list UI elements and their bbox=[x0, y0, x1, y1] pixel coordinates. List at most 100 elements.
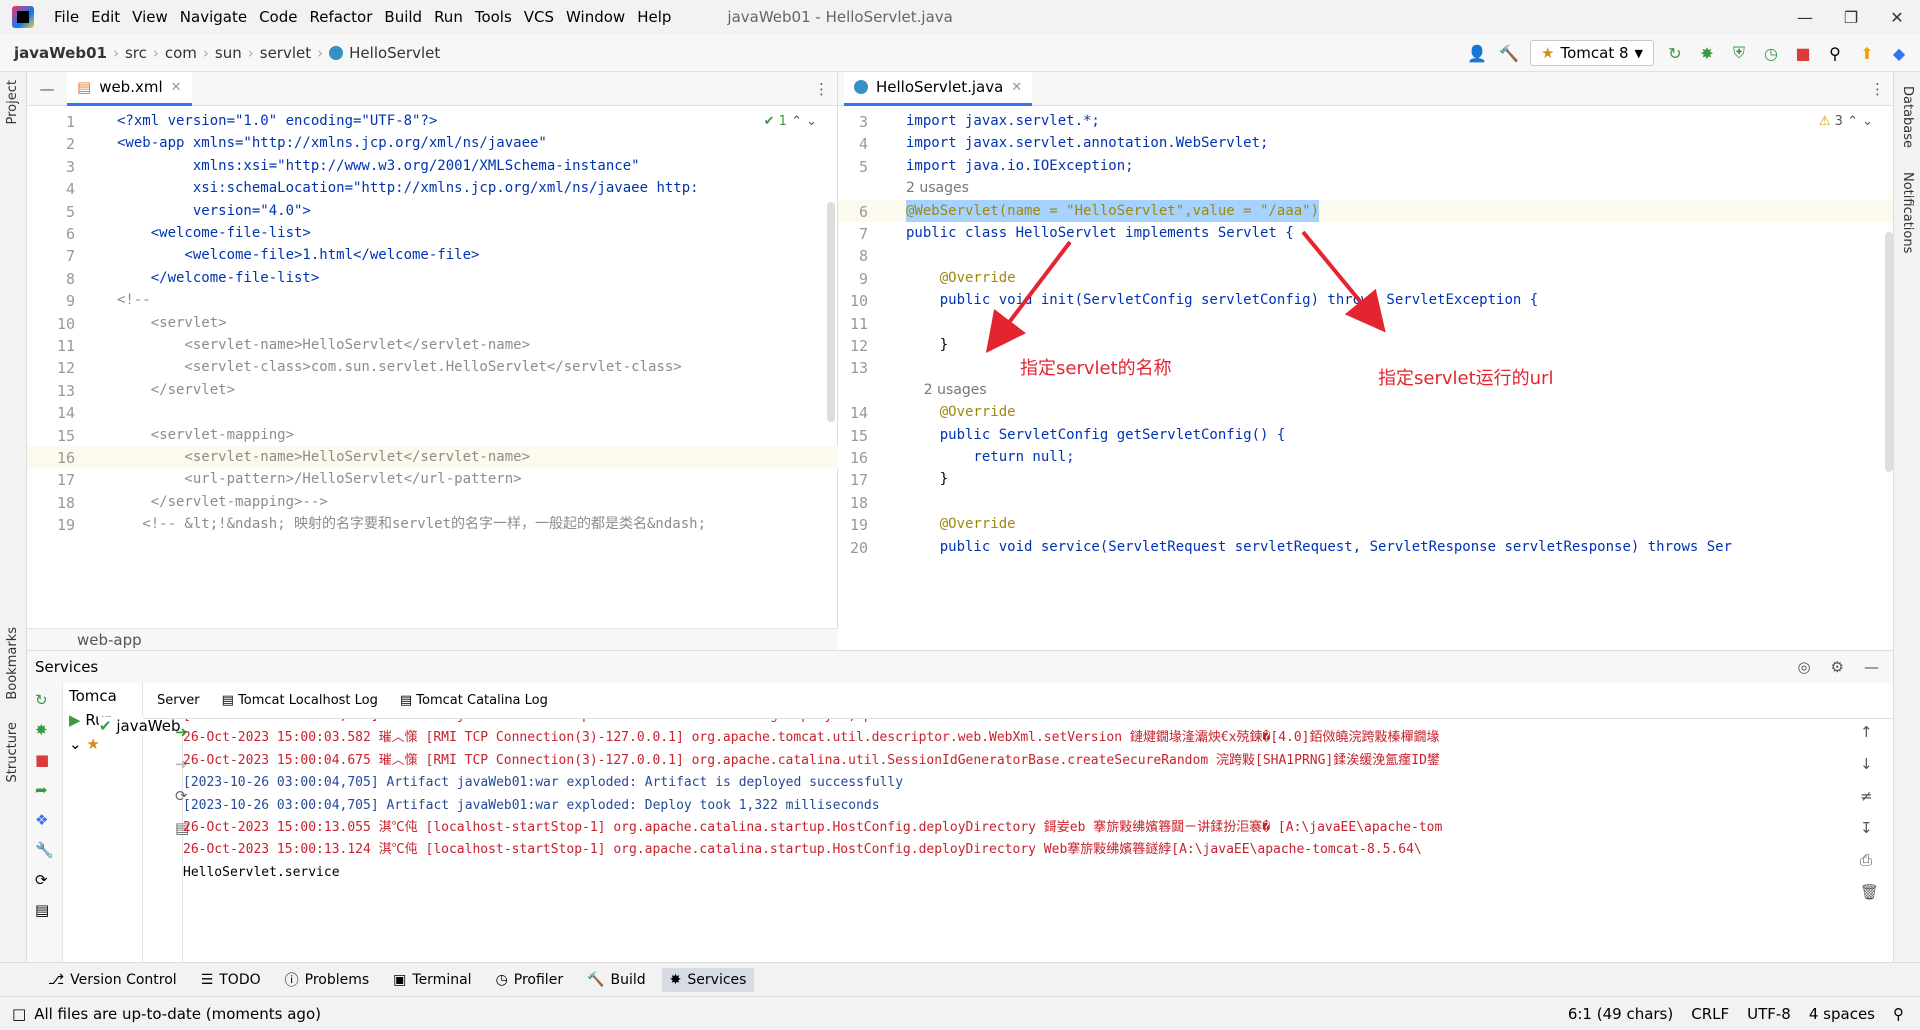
tool-build[interactable]: 🔨 Build bbox=[579, 968, 654, 992]
code-line[interactable]: 18 bbox=[838, 491, 1893, 513]
code-line[interactable]: 10 public void init(ServletConfig servle… bbox=[838, 289, 1893, 311]
code-line[interactable]: 4 import javax.servlet.annotation.WebServ… bbox=[838, 132, 1893, 154]
menu-code[interactable]: Code bbox=[253, 8, 303, 26]
soft-wrap-icon[interactable]: ≠ bbox=[1860, 787, 1879, 805]
menu-help[interactable]: Help bbox=[631, 8, 677, 26]
tool-version-control[interactable]: ⎇ Version Control bbox=[40, 968, 185, 992]
code-line[interactable]: 8 </welcome-file-list> bbox=[27, 267, 838, 289]
menu-view[interactable]: View bbox=[126, 8, 174, 26]
breadcrumb-project[interactable]: javaWeb01 bbox=[14, 44, 107, 62]
code-line[interactable]: 4 xsi:schemaLocation="http://xmlns.jcp.o… bbox=[27, 177, 838, 199]
breadcrumb-sun[interactable]: sun bbox=[215, 44, 242, 62]
code-line[interactable]: 8 bbox=[838, 244, 1893, 266]
code-line[interactable]: 13 bbox=[838, 356, 1893, 378]
code-line[interactable]: 2 usages bbox=[838, 177, 1893, 199]
left-scrollbar[interactable] bbox=[827, 202, 835, 422]
file-encoding[interactable]: UTF-8 bbox=[1747, 1005, 1791, 1023]
code-line[interactable]: 10 <servlet> bbox=[27, 312, 838, 334]
print-icon[interactable]: ⎙ bbox=[1860, 851, 1879, 869]
menu-tools[interactable]: Tools bbox=[469, 8, 518, 26]
breadcrumb-servlet[interactable]: servlet bbox=[260, 44, 311, 62]
minimize-button[interactable]: — bbox=[1782, 0, 1828, 34]
right-scrollbar[interactable] bbox=[1885, 232, 1893, 472]
code-line[interactable]: 20 public void service(ServletRequest se… bbox=[838, 536, 1893, 558]
globe-icon[interactable]: ◎ bbox=[1797, 658, 1810, 676]
down-arrow-icon[interactable]: ↓ bbox=[1860, 755, 1879, 773]
code-line[interactable]: 14 bbox=[27, 401, 838, 423]
jetbrains-icon[interactable]: ◆ bbox=[1888, 42, 1910, 64]
deploy-icon[interactable]: ➦ bbox=[35, 781, 62, 799]
search-icon[interactable]: ⚲ bbox=[1824, 42, 1846, 64]
code-line[interactable]: 11 bbox=[838, 312, 1893, 334]
tool-problems[interactable]: ⓘ Problems bbox=[277, 966, 378, 994]
tool-profiler[interactable]: ◷ Profiler bbox=[488, 968, 572, 992]
code-line[interactable]: 5 version="4.0"> bbox=[27, 200, 838, 222]
code-line[interactable]: 7 public class HelloServlet implements Se… bbox=[838, 222, 1893, 244]
rerun-icon[interactable]: ↻ bbox=[1664, 42, 1686, 64]
breadcrumb-src[interactable]: src bbox=[125, 44, 147, 62]
debug-icon[interactable]: ✸ bbox=[35, 721, 62, 739]
console-output[interactable]: [2023-10-26 03:00:03,585] Artifact javaW… bbox=[183, 719, 1833, 961]
tree-tomcat[interactable]: Tomca bbox=[69, 687, 136, 705]
tree-artifact[interactable]: ✔ javaWeb bbox=[99, 717, 185, 735]
code-line[interactable]: 19 <!-- &lt;!&ndash; 映射的名字要和servlet的名字一样… bbox=[27, 513, 838, 535]
notifications-tool-button[interactable]: Notifications bbox=[1900, 172, 1915, 253]
xml-breadcrumb[interactable]: web-app bbox=[27, 628, 838, 650]
code-line[interactable]: 9 @Override bbox=[838, 267, 1893, 289]
tree-expand[interactable]: ⌄ ★ bbox=[69, 735, 136, 753]
collapse-icon[interactable]: — bbox=[27, 80, 67, 98]
code-line[interactable]: 16 return null; bbox=[838, 446, 1893, 468]
refresh-icon[interactable]: ⟳ bbox=[35, 871, 62, 889]
code-line[interactable]: 1 <?xml version="1.0" encoding="UTF-8"?> bbox=[27, 110, 838, 132]
wrench-icon[interactable]: 🔧 bbox=[35, 841, 62, 859]
code-line[interactable]: 11 <servlet-name>HelloServlet</servlet-n… bbox=[27, 334, 838, 356]
menu-vcs[interactable]: VCS bbox=[518, 8, 560, 26]
code-line[interactable]: 15 <servlet-mapping> bbox=[27, 424, 838, 446]
group-icon[interactable]: ❖ bbox=[35, 811, 62, 829]
build-hammer-icon[interactable]: 🔨 bbox=[1498, 42, 1520, 64]
maximize-button[interactable]: ❐ bbox=[1828, 0, 1874, 34]
tab-localhost-log[interactable]: ▤ Tomcat Localhost Log bbox=[222, 693, 378, 708]
code-line[interactable]: 12 } bbox=[838, 334, 1893, 356]
code-line[interactable]: 15 public ServletConfig getServletConfig… bbox=[838, 424, 1893, 446]
code-line[interactable]: 7 <welcome-file>1.html</welcome-file> bbox=[27, 244, 838, 266]
menu-refactor[interactable]: Refactor bbox=[303, 8, 378, 26]
tool-todo[interactable]: ☰ TODO bbox=[193, 968, 269, 992]
right-code-area[interactable]: 3 import javax.servlet.*; 4 import javax.se… bbox=[838, 106, 1893, 650]
code-line[interactable]: 12 <servlet-class>com.sun.servlet.HelloS… bbox=[27, 356, 838, 378]
web-xml-editor[interactable]: — ▤ web.xml ✕ ⋮ ✔ 1 ⌃ ⌄ 1 <?xml version="… bbox=[27, 71, 838, 650]
code-line[interactable]: 5 import java.io.IOException; bbox=[838, 155, 1893, 177]
code-line[interactable]: 17 <url-pattern>/HelloServlet</url-patte… bbox=[27, 468, 838, 490]
caret-position[interactable]: 6:1 (49 chars) bbox=[1568, 1005, 1673, 1023]
close-icon[interactable]: ✕ bbox=[171, 80, 182, 95]
code-line[interactable]: 19 @Override bbox=[838, 513, 1893, 535]
tool-services[interactable]: ✸ Services bbox=[661, 967, 755, 992]
tab-helloservlet-java[interactable]: HelloServlet.java ✕ bbox=[844, 71, 1033, 106]
scroll-end-icon[interactable]: ↧ bbox=[1860, 819, 1879, 837]
code-line[interactable]: 2 usages bbox=[838, 379, 1893, 401]
debug-icon[interactable]: ✸ bbox=[1696, 42, 1718, 64]
more-icon[interactable]: ⋮ bbox=[1870, 80, 1885, 98]
lock-icon[interactable]: ⚲ bbox=[1893, 1005, 1904, 1023]
code-line[interactable]: 13 </servlet> bbox=[27, 379, 838, 401]
code-line[interactable]: 14 @Override bbox=[838, 401, 1893, 423]
java-editor[interactable]: HelloServlet.java ✕ ⋮ ⚠ 3 ⌃ ⌄ 3 import ja… bbox=[838, 71, 1893, 650]
code-line[interactable]: 2 <web-app xmlns="http://xmlns.jcp.org/xm… bbox=[27, 132, 838, 154]
menu-build[interactable]: Build bbox=[378, 8, 428, 26]
code-line[interactable]: 17 } bbox=[838, 468, 1893, 490]
line-separator[interactable]: CRLF bbox=[1691, 1005, 1729, 1023]
tab-server[interactable]: Server bbox=[157, 693, 200, 708]
hide-icon[interactable]: — bbox=[1864, 658, 1879, 676]
stop-icon[interactable]: ■ bbox=[1792, 42, 1814, 64]
trash-icon[interactable]: 🗑 bbox=[1860, 883, 1879, 901]
rerun-icon[interactable]: ↻ bbox=[35, 691, 62, 709]
up-arrow-icon[interactable]: ↑ bbox=[1860, 723, 1879, 741]
tool-terminal[interactable]: ▣ Terminal bbox=[385, 968, 479, 992]
database-tool-button[interactable]: Database bbox=[1900, 86, 1915, 148]
run-config-selector[interactable]: ★ Tomcat 8 ▼ bbox=[1530, 40, 1654, 66]
profile-icon[interactable]: ◷ bbox=[1760, 42, 1782, 64]
menu-file[interactable]: File bbox=[48, 8, 85, 26]
structure-tool-button[interactable]: Structure bbox=[5, 722, 20, 782]
close-window-button[interactable]: ✕ bbox=[1874, 0, 1920, 34]
tab-catalina-log[interactable]: ▤ Tomcat Catalina Log bbox=[400, 693, 548, 708]
